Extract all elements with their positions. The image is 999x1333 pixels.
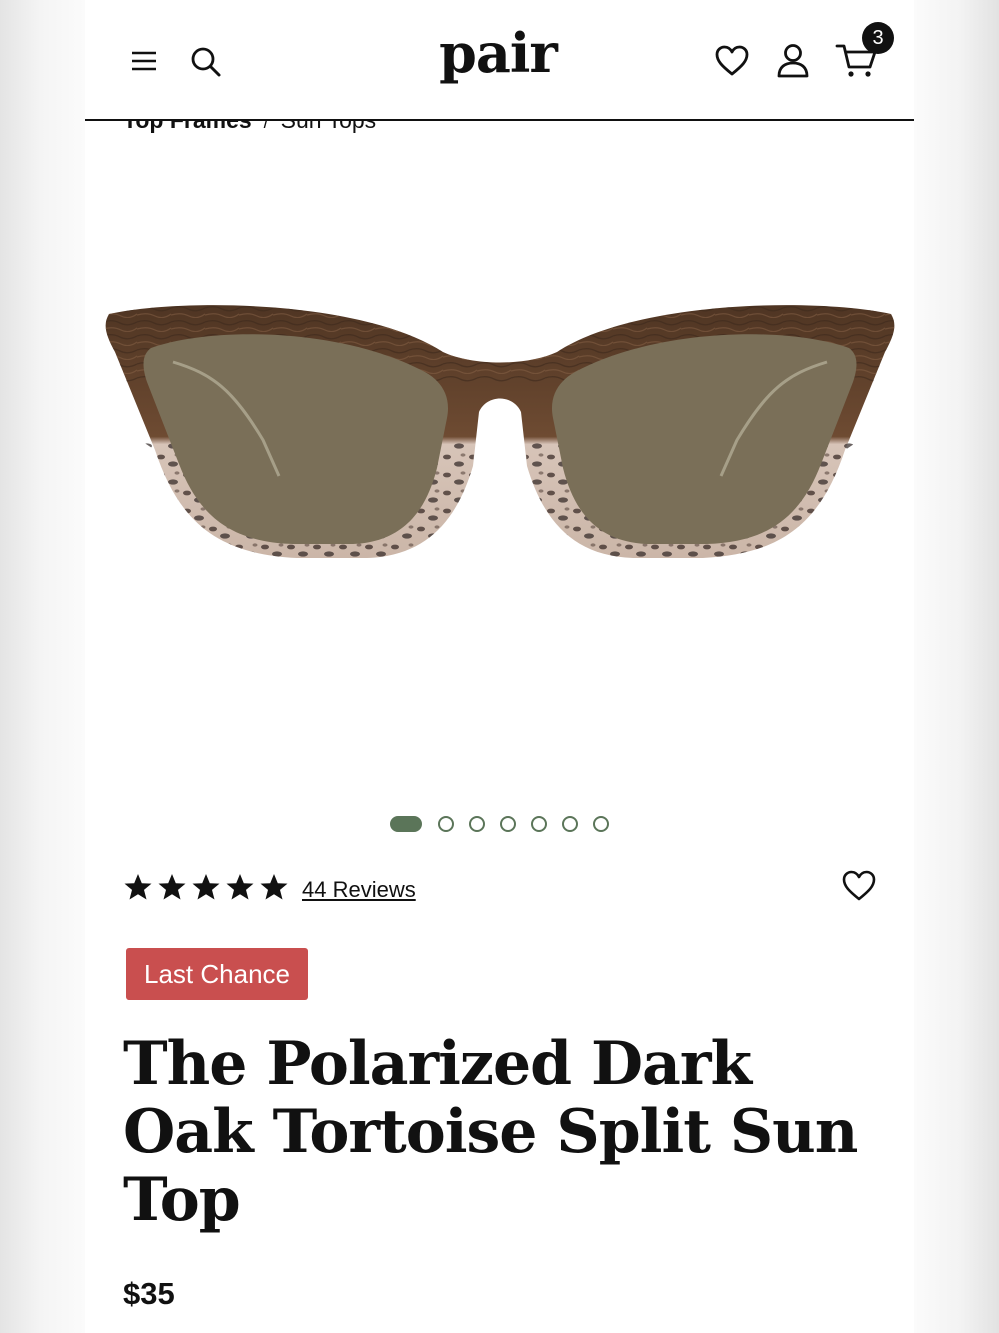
- account-icon: [777, 44, 809, 78]
- star-rating: [124, 874, 288, 900]
- star-icon: [158, 874, 186, 900]
- reviews-link[interactable]: 44 Reviews: [302, 877, 416, 903]
- gallery-dot[interactable]: [438, 816, 454, 832]
- gallery-dot[interactable]: [562, 816, 578, 832]
- product-page: pair 3 Top Frames/Sun Tops: [85, 0, 914, 1333]
- product-image-sunglasses: [105, 305, 895, 558]
- search-icon: [191, 47, 221, 77]
- menu-button[interactable]: [129, 47, 159, 75]
- heart-icon: [842, 870, 876, 901]
- product-title: The Polarized Dark Oak Tortoise Split Su…: [123, 1029, 858, 1235]
- gallery-dot[interactable]: [390, 816, 422, 832]
- heart-icon: [715, 45, 749, 76]
- gallery-dot[interactable]: [469, 816, 485, 832]
- pair-logo[interactable]: pair: [403, 18, 593, 88]
- search-button[interactable]: [189, 45, 223, 79]
- gallery-dot[interactable]: [593, 816, 609, 832]
- star-icon: [260, 874, 288, 900]
- cart-count-badge: 3: [862, 22, 894, 54]
- gallery-dot[interactable]: [500, 816, 516, 832]
- gallery-dot[interactable]: [531, 816, 547, 832]
- favorites-button[interactable]: [714, 43, 750, 79]
- star-icon: [226, 874, 254, 900]
- star-icon: [192, 874, 220, 900]
- menu-icon: [132, 51, 156, 71]
- star-icon: [124, 874, 152, 900]
- product-price: $35: [123, 1276, 175, 1311]
- add-to-wishlist-button[interactable]: [841, 868, 877, 904]
- last-chance-badge: Last Chance: [126, 948, 308, 1000]
- site-header: pair 3: [85, 0, 914, 121]
- account-button[interactable]: [775, 42, 811, 80]
